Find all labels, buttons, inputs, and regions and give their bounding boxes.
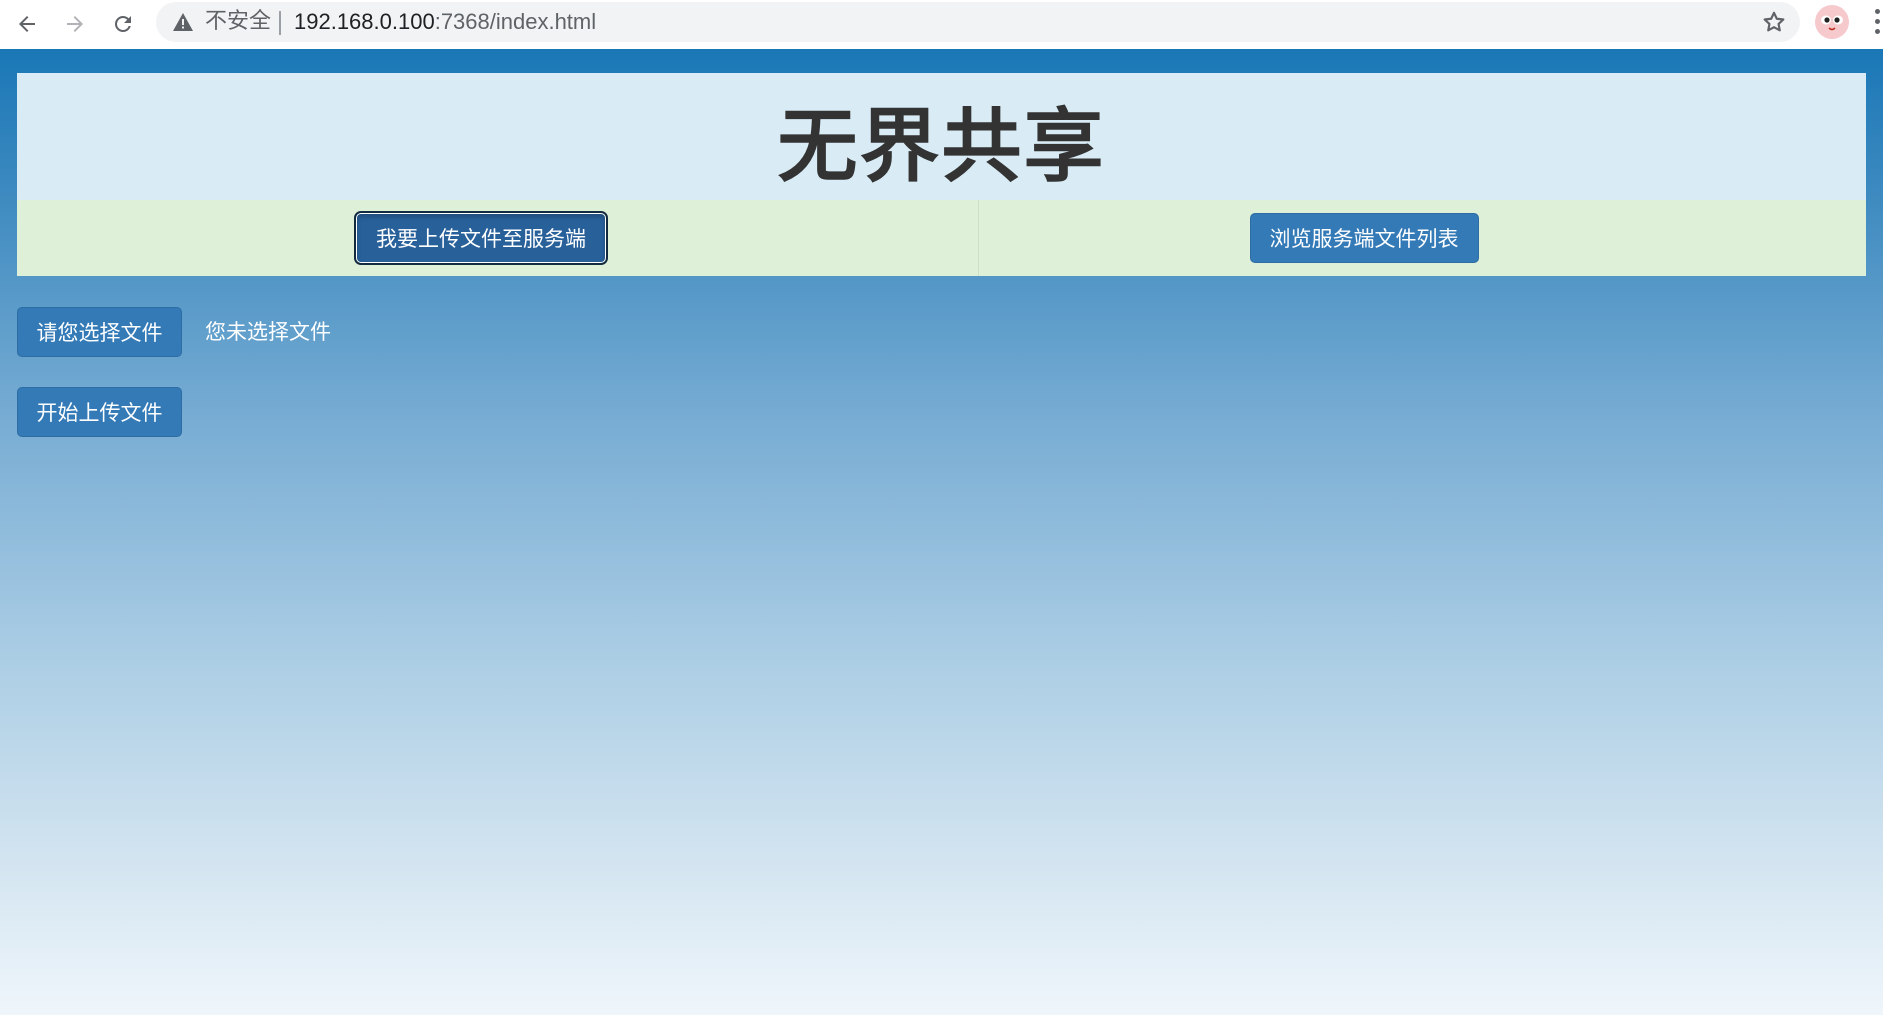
avatar-face-icon (1821, 15, 1843, 31)
choose-file-button[interactable]: 请您选择文件 (17, 307, 182, 357)
reload-icon (115, 15, 131, 32)
site-title: 无界共享 (777, 99, 1106, 193)
url-port-path: :7368/index.html (434, 9, 597, 34)
browser-toolbar: 不安全 192.168.0.100:7368/index.html (0, 0, 1883, 49)
reload-button[interactable] (106, 7, 140, 41)
arrow-right-icon (67, 16, 83, 32)
nav-cell-browse: 浏览服务端文件列表 (979, 200, 1866, 276)
bookmark-star-icon[interactable] (1761, 9, 1787, 35)
profile-avatar[interactable] (1815, 5, 1849, 39)
address-bar[interactable]: 不安全 192.168.0.100:7368/index.html (156, 2, 1800, 42)
page-viewport: 无界共享 我要上传文件至服务端 浏览服务端文件列表 请您选择文件 您未选择文件 … (0, 49, 1883, 1015)
file-status-text: 您未选择文件 (205, 320, 331, 344)
arrow-left-icon (19, 16, 35, 32)
url-text[interactable]: 192.168.0.100:7368/index.html (294, 9, 596, 35)
main-nav: 我要上传文件至服务端 浏览服务端文件列表 (17, 200, 1866, 276)
site-header: 无界共享 (17, 73, 1866, 200)
forward-button[interactable] (58, 7, 92, 41)
nav-cell-upload: 我要上传文件至服务端 (17, 200, 979, 276)
back-button[interactable] (10, 7, 44, 41)
security-status-label[interactable]: 不安全 (205, 9, 271, 35)
address-separator (279, 11, 281, 35)
url-host: 192.168.0.100 (294, 9, 435, 34)
upload-to-server-button[interactable]: 我要上传文件至服务端 (354, 211, 608, 265)
browser-menu-icon[interactable] (1873, 9, 1883, 39)
browse-server-files-button[interactable]: 浏览服务端文件列表 (1249, 213, 1479, 263)
warning-icon[interactable] (173, 13, 193, 31)
start-upload-button[interactable]: 开始上传文件 (17, 387, 182, 437)
